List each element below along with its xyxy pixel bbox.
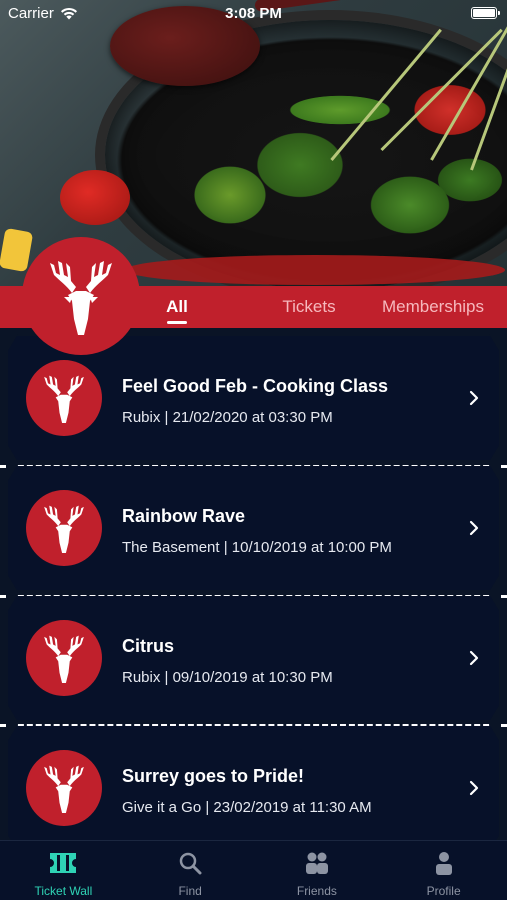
tab-tickets[interactable]: Tickets [270,286,348,328]
ticket-icon [50,853,77,873]
ticket-logo [26,490,102,566]
tab-label: Friends [296,884,337,898]
ticket-title: Feel Good Feb - Cooking Class [122,376,389,396]
friends-icon [305,852,328,874]
ticket-card[interactable]: Surrey goes to Pride! Give it a Go | 23/… [6,724,501,840]
ticket-subtitle: Rubix | 09/10/2019 at 10:30 PM [122,669,333,686]
ticket-card[interactable]: Citrus Rubix | 09/10/2019 at 10:30 PM [6,594,501,722]
ticket-list: Feel Good Feb - Cooking Class Rubix | 21… [0,328,507,840]
tab-all[interactable]: All [150,286,204,328]
ticket-logo [26,360,102,436]
status-bar: Carrier 3:08 PM [0,0,507,28]
tab-profile[interactable]: Profile [380,841,507,900]
profile-icon [435,852,452,875]
tab-memberships[interactable]: Memberships [372,286,494,328]
ticket-subtitle: Give it a Go | 23/02/2019 at 11:30 AM [122,799,372,816]
tab-friends[interactable]: Friends [254,841,381,900]
tab-label: Ticket Wall [34,884,93,898]
tab-find[interactable]: Find [127,841,254,900]
sauce-shape [125,255,505,285]
ticket-subtitle: The Basement | 10/10/2019 at 10:00 PM [122,539,392,556]
chevron-right-icon [469,390,479,406]
tab-label: Find [178,884,202,898]
battery-icon [471,7,500,19]
ticket-title: Rainbow Rave [122,506,246,526]
stag-head-icon [44,375,84,423]
chevron-right-icon [469,520,479,536]
stag-head-icon [44,635,84,683]
ticket-card[interactable]: Rainbow Rave The Basement | 10/10/2019 a… [6,464,501,592]
tab-label: Profile [426,884,461,898]
ticket-logo [26,620,102,696]
tab-ticket-wall[interactable]: Ticket Wall [0,841,127,900]
stag-head-icon [50,261,112,335]
chevron-right-icon [469,650,479,666]
bottom-tab-bar: Ticket Wall Find Friends Profile [0,840,507,900]
pepper-shape [0,227,34,273]
ticket-title: Citrus [122,636,175,656]
ticket-logo [26,750,102,826]
status-time: 3:08 PM [225,5,282,22]
chili-shape [60,170,130,225]
ticket-title: Surrey goes to Pride! [122,766,305,786]
stag-head-icon [44,765,84,813]
ticket-subtitle: Rubix | 21/02/2020 at 03:30 PM [122,409,333,426]
chevron-right-icon [469,780,479,796]
stag-head-icon [44,505,84,553]
search-icon [179,852,202,875]
society-logo [22,237,140,355]
